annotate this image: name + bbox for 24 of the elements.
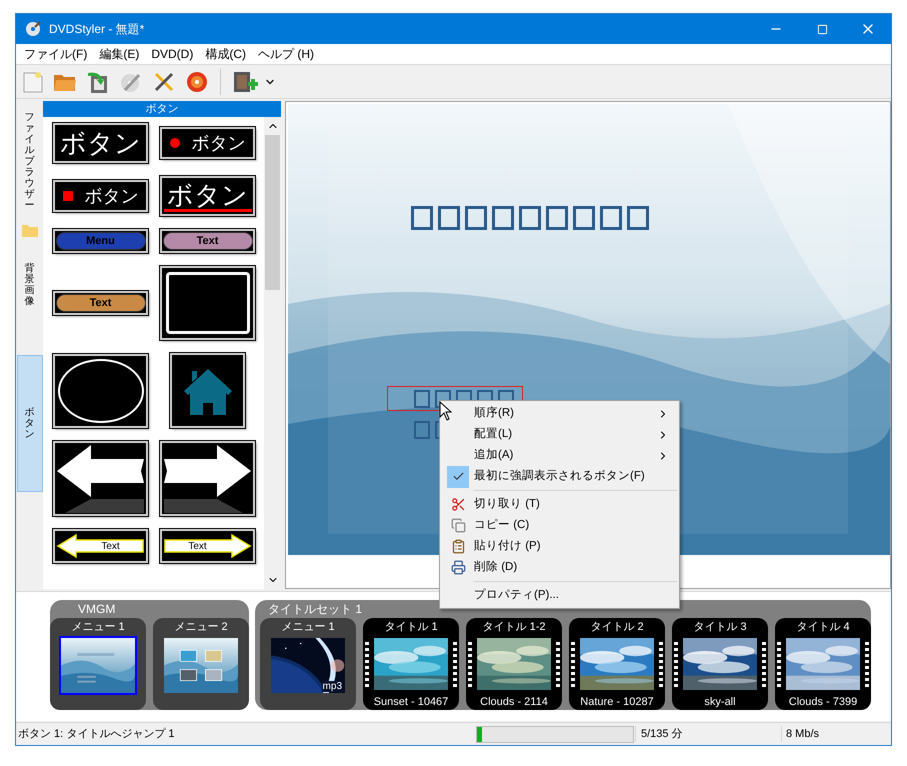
- thumbnail-label: タイトル 1: [384, 620, 438, 635]
- thumbnail-caption: Nature - 10287: [580, 695, 654, 710]
- tab-label: ボタン: [24, 407, 34, 440]
- group-label: VMGM: [77, 601, 116, 618]
- thumbnail-label: タイトル 4: [796, 620, 850, 635]
- audio-format-label: mp3: [322, 681, 343, 692]
- group-label: タイトルセット 1: [267, 601, 362, 618]
- bitrate-text: 8 Mb/s: [781, 726, 820, 742]
- thumbnail-label: メニュー 1: [281, 620, 335, 635]
- duration-text: 5/135 分: [635, 726, 781, 742]
- window-title: DVDStyler - 無題*: [49, 21, 144, 38]
- thumbnail-label: タイトル 3: [693, 620, 747, 635]
- thumbnail-label: タイトル 2: [590, 620, 644, 635]
- tab-label: 背景画像: [24, 263, 34, 307]
- thumbnail-caption: Clouds - 7399: [788, 695, 858, 710]
- thumbnail-label: タイトル 1-2: [482, 620, 546, 635]
- status-text: ボタン 1: タイトルへジャンプ 1: [17, 726, 176, 742]
- thumbnail-caption: sky-all: [704, 695, 736, 710]
- thumbnail-label: メニュー 2: [174, 620, 228, 635]
- thumbnail-caption: Clouds - 2114: [480, 695, 548, 710]
- panel-header: ボタン: [43, 101, 281, 117]
- thumbnail-label: メニュー 1: [71, 620, 125, 635]
- tab-label: ファイルブラウザー: [24, 112, 34, 211]
- thumbnail-caption: Sunset - 10467: [374, 695, 448, 710]
